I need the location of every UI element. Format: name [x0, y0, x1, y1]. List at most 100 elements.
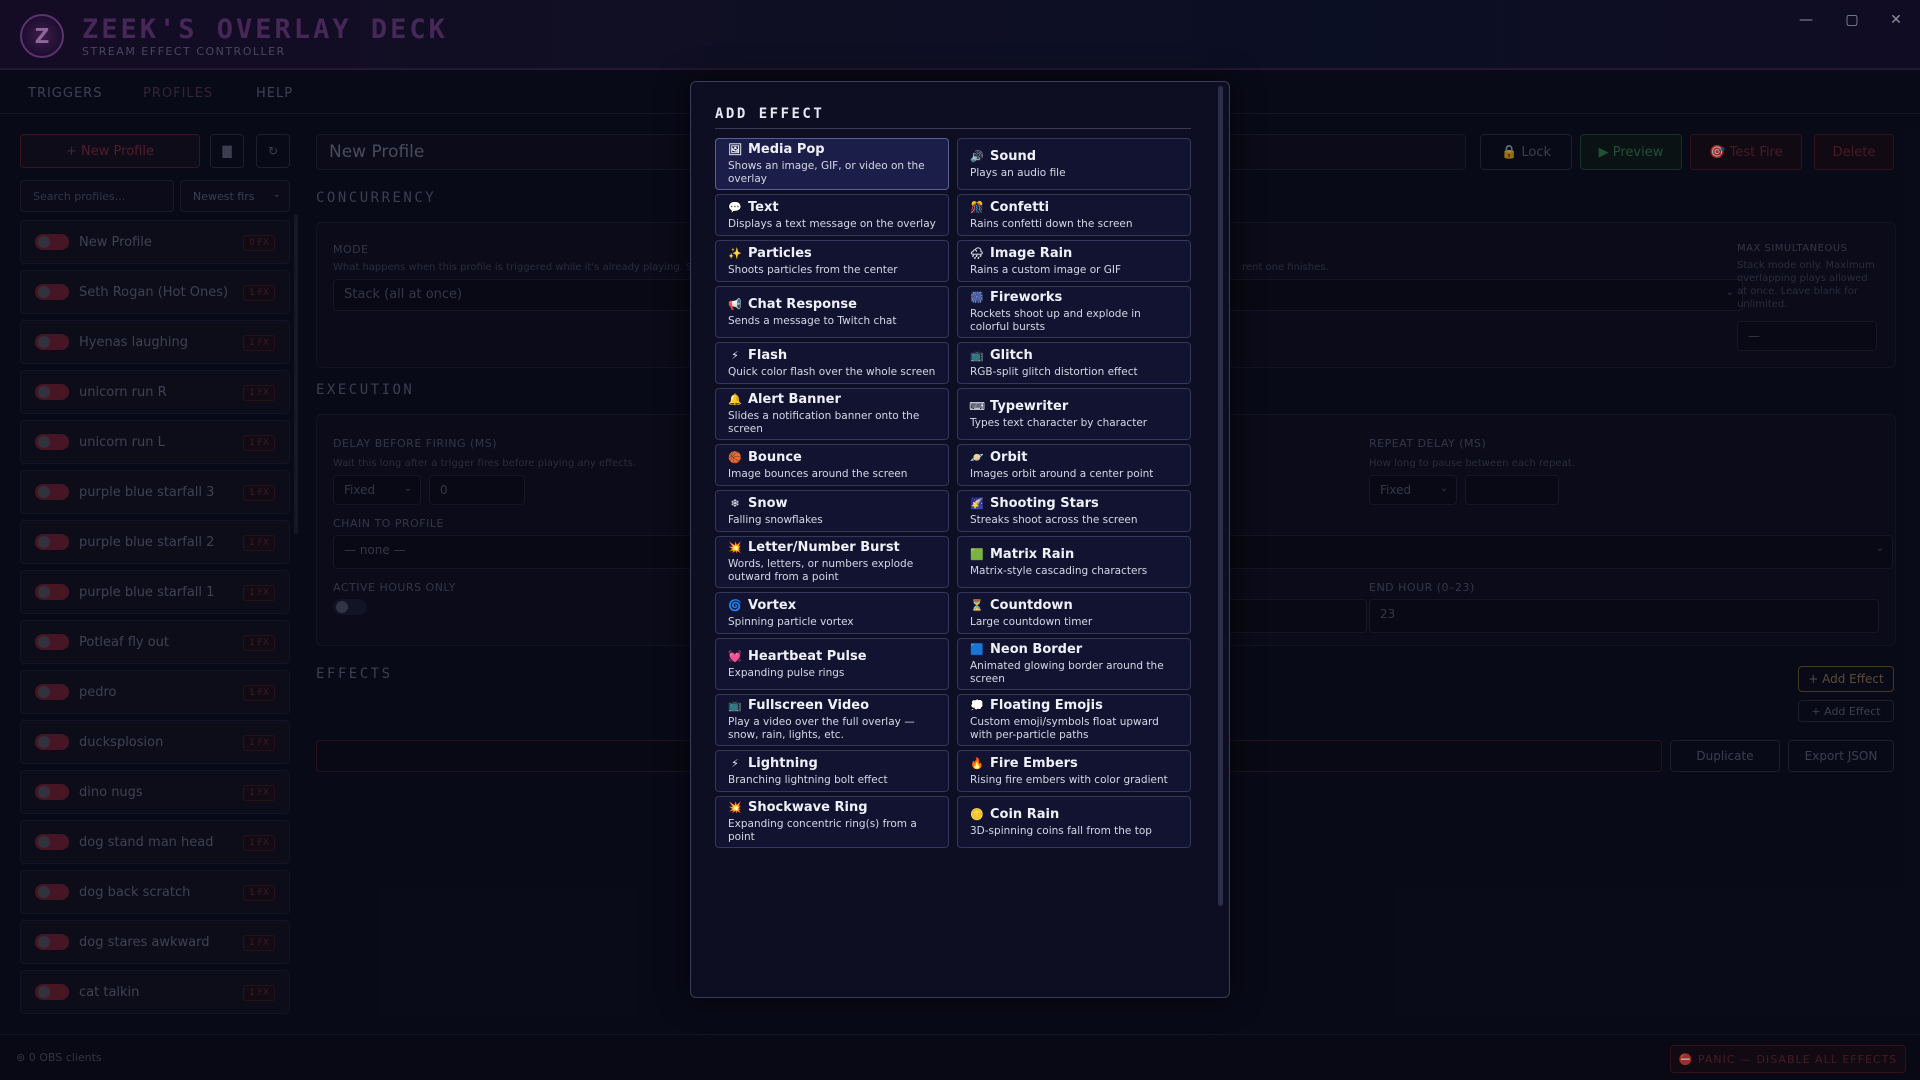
effect-description: Shows an image, GIF, or video on the ove…	[728, 160, 925, 185]
effect-card[interactable]: ⏳ Countdown Large countdown timer	[957, 592, 1191, 634]
fireworks-icon: 🎆	[970, 291, 984, 304]
keyboard-icon: ⌨	[969, 399, 985, 413]
effect-card[interactable]: 💥 Shockwave Ring Expanding concentric ring…	[715, 796, 949, 848]
effect-card[interactable]: 🎆 Fireworks Rockets shoot up and explode i…	[957, 286, 1191, 338]
effect-row: ⚡ Flash Quick color flash over the whole s…	[715, 342, 1191, 384]
effect-card[interactable]: 🎊 Confetti Rains confetti down the screen	[957, 194, 1191, 236]
thought-bubble-icon: 💭	[970, 699, 984, 712]
effect-card[interactable]: 🟩 Matrix Rain Matrix-style cascading chara…	[957, 536, 1191, 588]
effect-card[interactable]: 📢 Chat Response Sends a message to Twitch …	[715, 286, 949, 338]
effect-name: Matrix Rain	[990, 546, 1075, 562]
effect-card[interactable]: ⚡ Lightning Branching lightning bolt effec…	[715, 750, 949, 792]
effect-description: Expanding concentric ring(s) from a poin…	[728, 818, 917, 843]
effect-row: 📢 Chat Response Sends a message to Twitch …	[715, 286, 1191, 338]
effect-title-row: 💭 Floating Emojis	[970, 698, 1178, 713]
effect-card[interactable]: 🖼 Media Pop Shows an image, GIF, or video …	[715, 138, 949, 190]
effect-card[interactable]: ✨ Particles Shoots particles from the cent…	[715, 240, 949, 282]
burst-icon: 💥	[728, 541, 742, 554]
effect-title-row: 🏀 Bounce	[728, 450, 936, 465]
effect-description: Plays an audio file	[970, 166, 1066, 179]
effect-name: Snow	[748, 495, 788, 511]
tv-icon: 📺	[970, 348, 984, 362]
effect-name: Fullscreen Video	[748, 698, 870, 713]
effect-description: Rains confetti down the screen	[970, 217, 1133, 230]
effect-description: Slides a notification banner onto the sc…	[728, 410, 920, 435]
effect-card[interactable]: 🔊 Sound Plays an audio file	[957, 138, 1191, 190]
effect-title-row: ⚡ Flash	[728, 348, 936, 363]
effect-title-row: 🔥 Fire Embers	[970, 756, 1178, 771]
effect-card[interactable]: 💬 Text Displays a text message on the over…	[715, 194, 949, 236]
effect-name: Countdown	[990, 597, 1073, 613]
effect-description: Quick color flash over the whole screen	[728, 365, 936, 378]
lightning-icon: ⚡	[731, 348, 739, 362]
effect-description: Animated glowing border around the scree…	[970, 660, 1164, 685]
effect-description: Words, letters, or numbers explode outwa…	[728, 558, 914, 583]
speech-bubble-icon: 💬	[728, 200, 742, 214]
effect-card[interactable]: 🌠 Shooting Stars Streaks shoot across the …	[957, 490, 1191, 532]
effect-row: 🖼 Media Pop Shows an image, GIF, or video …	[715, 138, 1191, 190]
effect-title-row: 📢 Chat Response	[728, 297, 936, 312]
effect-description: RGB-split glitch distortion effect	[970, 365, 1138, 378]
effect-card[interactable]: 📺 Glitch RGB-split glitch distortion effec…	[957, 342, 1191, 384]
hourglass-icon: ⏳	[970, 598, 984, 612]
effect-name: Heartbeat Pulse	[748, 648, 867, 664]
effect-card[interactable]: 🪐 Orbit Images orbit around a center point	[957, 444, 1191, 486]
effect-name: Chat Response	[748, 296, 857, 312]
effect-description: Custom emoji/symbols float upward with p…	[970, 716, 1159, 741]
sparkles-icon: ✨	[728, 246, 742, 260]
effect-card[interactable]: 🏀 Bounce Image bounces around the screen	[715, 444, 949, 486]
effect-name: Neon Border	[990, 642, 1083, 657]
video-icon: 📺	[728, 699, 742, 712]
effect-card[interactable]: ❄ Snow Falling snowflakes	[715, 490, 949, 532]
effect-card[interactable]: 🔥 Fire Embers Rising fire embers with colo…	[957, 750, 1191, 792]
effect-description: Play a video over the full overlay — sno…	[728, 716, 915, 741]
effect-description: Falling snowflakes	[728, 513, 823, 526]
confetti-icon: 🎊	[970, 200, 984, 214]
effect-description: Image bounces around the screen	[728, 467, 908, 480]
shooting-star-icon: 🌠	[970, 496, 984, 510]
effect-description: Rains a custom image or GIF	[970, 263, 1122, 276]
effect-name: Shockwave Ring	[748, 800, 868, 815]
effect-card[interactable]: 💭 Floating Emojis Custom emoji/symbols flo…	[957, 694, 1191, 746]
vortex-icon: 🌀	[728, 598, 742, 612]
effect-title-row: ❄ Snow	[728, 496, 936, 511]
effect-card[interactable]: 🌧 Image Rain Rains a custom image or GIF	[957, 240, 1191, 282]
effect-card[interactable]: ⌨ Typewriter Types text character by chara…	[957, 388, 1191, 440]
effect-description: Rising fire embers with color gradient	[970, 773, 1168, 786]
effect-name: Letter/Number Burst	[748, 540, 900, 555]
ball-icon: 🏀	[728, 450, 742, 464]
effect-description: Large countdown timer	[970, 615, 1093, 628]
lightning-bolt-icon: ⚡	[731, 756, 739, 770]
effect-description: Matrix-style cascading characters	[970, 564, 1148, 577]
effect-card[interactable]: 🪙 Coin Rain 3D-spinning coins fall from th…	[957, 796, 1191, 848]
effect-card[interactable]: 💓 Heartbeat Pulse Expanding pulse rings	[715, 638, 949, 690]
effect-name: Particles	[748, 245, 812, 261]
effect-title-row: 💬 Text	[728, 200, 936, 215]
effect-description: Sends a message to Twitch chat	[728, 314, 897, 327]
effect-card[interactable]: 💥 Letter/Number Burst Words, letters, or n…	[715, 536, 949, 588]
effect-card[interactable]: 🌀 Vortex Spinning particle vortex	[715, 592, 949, 634]
modal-scrollbar[interactable]	[1218, 86, 1223, 906]
effect-row: 💥 Letter/Number Burst Words, letters, or n…	[715, 536, 1191, 588]
effect-row: 🔔 Alert Banner Slides a notification banne…	[715, 388, 1191, 440]
effect-title-row: 📺 Glitch	[970, 348, 1178, 363]
effect-description: Shoots particles from the center	[728, 263, 898, 276]
green-square-icon: 🟩	[970, 547, 984, 561]
effect-name: Lightning	[748, 755, 818, 771]
effect-title-row: 🖼 Media Pop	[728, 142, 936, 157]
effect-card[interactable]: 🔔 Alert Banner Slides a notification banne…	[715, 388, 949, 440]
effect-name: Image Rain	[990, 245, 1073, 261]
effect-title-row: 🟩 Matrix Rain	[970, 547, 1178, 562]
effect-row: 💓 Heartbeat Pulse Expanding pulse rings 🟦 Ne…	[715, 638, 1191, 690]
effect-name: Orbit	[990, 449, 1028, 465]
add-effect-modal: ADD EFFECT 🖼 Media Pop Shows an image, GIF…	[690, 81, 1230, 998]
effect-card[interactable]: 📺 Fullscreen Video Play a video over the f…	[715, 694, 949, 746]
effect-description: Expanding pulse rings	[728, 666, 845, 679]
effect-title-row: 🌠 Shooting Stars	[970, 496, 1178, 511]
modal-title: ADD EFFECT	[715, 106, 1191, 129]
effect-description: Branching lightning bolt effect	[728, 773, 888, 786]
effect-card[interactable]: 🟦 Neon Border Animated glowing border arou…	[957, 638, 1191, 690]
effect-title-row: ⌨ Typewriter	[969, 399, 1178, 414]
effect-description: Displays a text message on the overlay	[728, 217, 936, 230]
effect-card[interactable]: ⚡ Flash Quick color flash over the whole s…	[715, 342, 949, 384]
